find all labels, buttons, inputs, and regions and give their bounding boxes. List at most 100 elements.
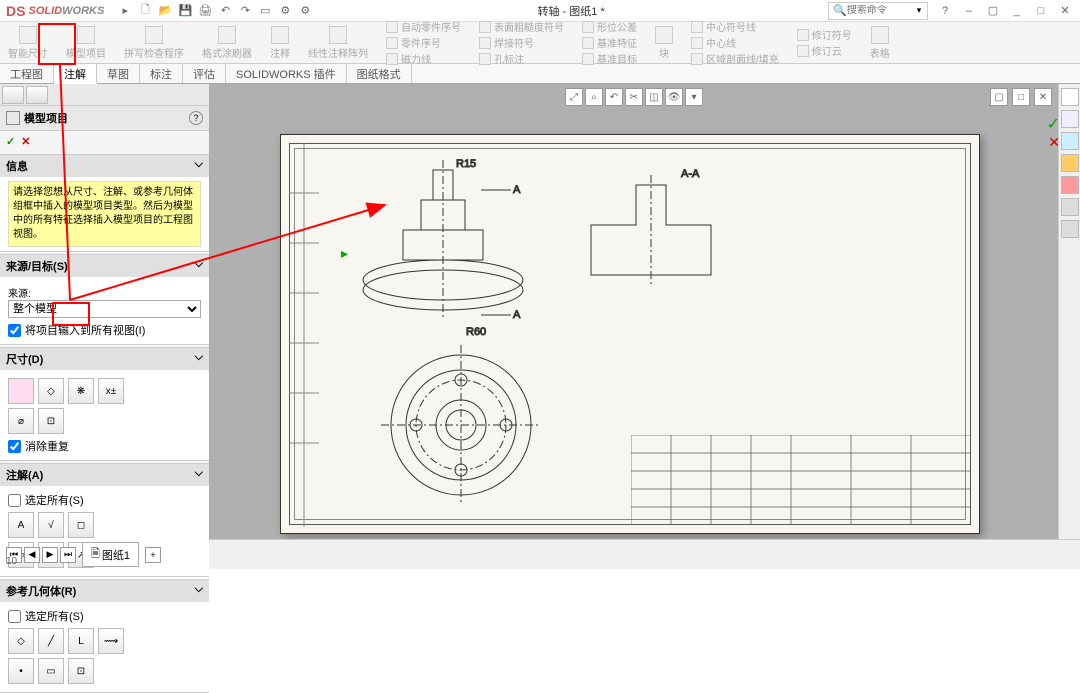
ribbon-balloon[interactable]: 零件序号 <box>382 35 465 50</box>
drawing-canvas[interactable]: ⤢ ⌕ ↶ ✂ ◫ 👁 ▾ R15 R60 A <box>210 84 1058 539</box>
prev-sheet-icon[interactable]: ◀ <box>24 547 40 563</box>
ribbon-block[interactable]: 块 <box>651 26 677 60</box>
tab-drawing[interactable]: 工程图 <box>0 64 54 83</box>
ref-select-all-checkbox[interactable] <box>8 610 21 623</box>
view-palette-icon[interactable] <box>1061 176 1079 194</box>
elim-dup-checkbox[interactable] <box>8 440 21 453</box>
title-block[interactable] <box>631 435 971 525</box>
view-origin-marker[interactable]: ▸ <box>341 245 348 262</box>
ref-curve-button[interactable]: ⟿ <box>98 628 124 654</box>
redo-icon[interactable]: ↷ <box>236 2 254 20</box>
front-view[interactable]: R15 R60 A A <box>341 155 541 345</box>
tab-sketch[interactable]: 草图 <box>97 64 140 83</box>
dim-tolerance-button[interactable]: x± <box>98 378 124 404</box>
last-sheet-icon[interactable]: ⏭ <box>60 547 76 563</box>
drawing-sheet[interactable]: R15 R60 A A A-A <box>280 134 980 534</box>
close-icon[interactable]: ✕ <box>1054 2 1076 20</box>
cancel-button[interactable]: ✕ <box>21 135 30 148</box>
ref-origin-button[interactable]: L <box>68 628 94 654</box>
ribbon-smart-dim[interactable]: 智能尺寸 <box>4 26 52 60</box>
ribbon-datum[interactable]: 基准特征 <box>578 35 641 50</box>
open-icon[interactable]: 📂 <box>156 2 174 20</box>
ribbon-hole-callout[interactable]: 孔标注 <box>475 51 568 66</box>
ribbon-rev-cloud[interactable]: 修订云 <box>793 43 856 58</box>
ribbon-gtol[interactable]: 形位公差 <box>578 19 641 34</box>
ref-section-header[interactable]: 参考几何体(R)⌵ <box>0 580 209 602</box>
undo-icon[interactable]: ↶ <box>216 2 234 20</box>
options-icon[interactable]: ⚙ <box>296 2 314 20</box>
feature-tree-tab[interactable] <box>2 86 24 104</box>
doc-icon[interactable]: ▢ <box>990 88 1008 106</box>
ribbon-rev-symbol[interactable]: 修订符号 <box>793 27 856 42</box>
help-icon[interactable]: ? <box>189 111 203 125</box>
new-icon[interactable]: ▸ <box>116 2 134 20</box>
ribbon-hatch[interactable]: 区域剖面线/填充 <box>687 51 783 66</box>
annot-gtol-button[interactable]: ◻ <box>68 512 94 538</box>
source-section-header[interactable]: 来源/目标(S)⌵ <box>0 255 209 277</box>
ribbon-auto-balloon[interactable]: 自动零件序号 <box>382 19 465 34</box>
hide-show-icon[interactable]: 👁 <box>665 88 683 106</box>
dim-section-header[interactable]: 尺寸(D)⌵ <box>0 348 209 370</box>
ribbon-linear-pattern[interactable]: 线性注释阵列 <box>304 26 372 60</box>
ref-plane-button[interactable]: ◇ <box>8 628 34 654</box>
custom-props-icon[interactable] <box>1061 220 1079 238</box>
select-icon[interactable]: ▭ <box>256 2 274 20</box>
home-icon[interactable] <box>1061 88 1079 106</box>
search-box[interactable]: 🔍 ▾ <box>828 2 928 20</box>
search-input[interactable] <box>847 5 917 16</box>
next-sheet-icon[interactable]: ▶ <box>42 547 58 563</box>
minimize-icon[interactable]: – <box>958 2 980 20</box>
file-icon[interactable]: 🗋 <box>136 2 154 20</box>
ref-surface-button[interactable]: ▭ <box>38 658 64 684</box>
annot-sf-button[interactable]: √ <box>38 512 64 538</box>
prev-view-icon[interactable]: ↶ <box>605 88 623 106</box>
confirm-corner-ok[interactable]: ✓ <box>1047 114 1058 134</box>
import-all-checkbox[interactable] <box>8 324 21 337</box>
tab-markup[interactable]: 标注 <box>140 64 183 83</box>
print-icon[interactable]: 🖨 <box>196 2 214 20</box>
property-tab[interactable] <box>26 86 48 104</box>
ribbon-weld[interactable]: 焊接符号 <box>475 35 568 50</box>
info-section-header[interactable]: 信息⌵ <box>0 155 209 177</box>
tab-annotation[interactable]: 注解 <box>54 64 97 84</box>
save-icon[interactable]: 💾 <box>176 2 194 20</box>
top-view[interactable] <box>381 345 541 505</box>
ribbon-centerline[interactable]: 中心线 <box>687 35 783 50</box>
ribbon-spell-check[interactable]: 拼写检查程序 <box>120 26 188 60</box>
confirm-corner-cancel[interactable]: ✕ <box>1048 134 1058 151</box>
annot-select-all-checkbox[interactable] <box>8 494 21 507</box>
doc-close-icon[interactable]: ✕ <box>1034 88 1052 106</box>
annot-note-button[interactable]: A <box>8 512 34 538</box>
dim-hole-callout-button[interactable]: ⊡ <box>38 408 64 434</box>
more-icon[interactable]: ▾ <box>685 88 703 106</box>
dim-not-marked-button[interactable]: ◇ <box>38 378 64 404</box>
ref-point-button[interactable]: • <box>8 658 34 684</box>
tab-addins[interactable]: SOLIDWORKS 插件 <box>226 64 347 83</box>
ribbon-model-items[interactable]: 模型项目 <box>62 26 110 60</box>
dim-hole-button[interactable]: ⌀ <box>8 408 34 434</box>
ribbon-center-mark[interactable]: 中心符号线 <box>687 19 783 34</box>
ribbon-datum-target[interactable]: 基准目标 <box>578 51 641 66</box>
restore-icon[interactable]: ▢ <box>982 2 1004 20</box>
ref-axis-button[interactable]: ╱ <box>38 628 64 654</box>
tab-evaluate[interactable]: 评估 <box>183 64 226 83</box>
appearances-icon[interactable] <box>1061 198 1079 216</box>
ok-button[interactable]: ✓ <box>6 135 15 148</box>
dim-marked-button[interactable] <box>8 378 34 404</box>
file-explorer-icon[interactable] <box>1061 154 1079 172</box>
ribbon-note[interactable]: 注释 <box>266 26 294 60</box>
doc-maximize-icon[interactable]: □ <box>1030 2 1052 20</box>
section-view[interactable]: A-A <box>561 165 741 305</box>
zoom-area-icon[interactable]: ⌕ <box>585 88 603 106</box>
tab-sheet-format[interactable]: 图纸格式 <box>347 64 412 83</box>
help-icon[interactable]: ? <box>934 2 956 20</box>
section-view-icon[interactable]: ✂ <box>625 88 643 106</box>
doc-minimize-icon[interactable]: _ <box>1006 2 1028 20</box>
zoom-fit-icon[interactable]: ⤢ <box>565 88 583 106</box>
resources-icon[interactable] <box>1061 110 1079 128</box>
display-style-icon[interactable]: ◫ <box>645 88 663 106</box>
sheet-tab[interactable]: 🗎 图纸1 <box>82 542 139 567</box>
annot-section-header[interactable]: 注解(A)⌵ <box>0 464 209 486</box>
source-select[interactable]: 整个模型 <box>8 300 201 318</box>
design-lib-icon[interactable] <box>1061 132 1079 150</box>
